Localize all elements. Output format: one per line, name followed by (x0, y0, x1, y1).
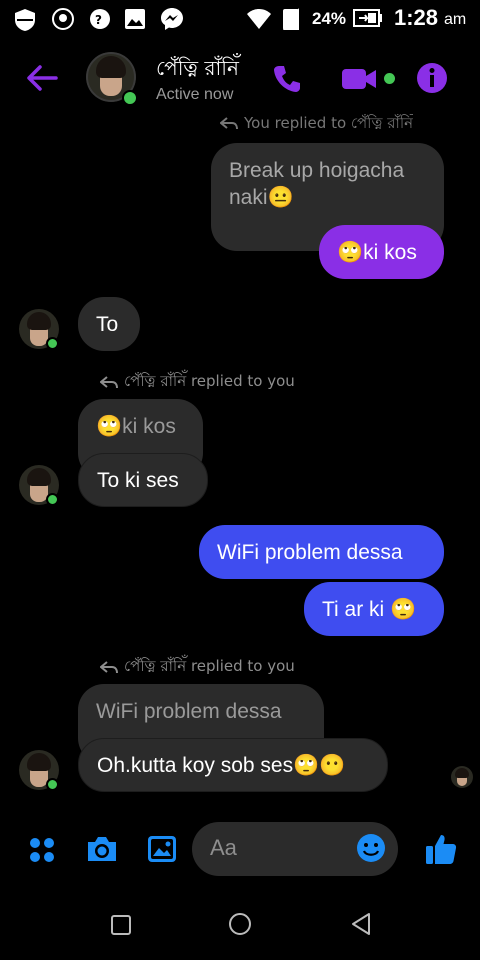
message-input-placeholder: Aa (210, 835, 237, 860)
message-text: To ki ses (97, 468, 179, 492)
gallery-icon[interactable] (146, 834, 178, 864)
recents-button[interactable] (111, 915, 131, 935)
clock-time: 1:28 (394, 5, 439, 30)
svg-text:?: ? (95, 13, 102, 27)
reply-note-top: You replied to পেঁত্নি রাঁনিঁ (220, 114, 413, 134)
online-indicator (46, 778, 59, 791)
online-indicator (46, 337, 59, 350)
quoted-text: Break up hoigacha naki😐 (229, 159, 405, 209)
quoted-text: WiFi problem dessa (96, 700, 282, 723)
online-indicator (122, 90, 138, 106)
online-indicator (46, 493, 59, 506)
seen-receipt-avatar (451, 766, 473, 788)
message-bubble-sent[interactable]: WiFi problem dessa (199, 525, 444, 579)
camera-icon[interactable] (85, 834, 119, 864)
video-active-dot (384, 73, 395, 84)
message-bubble-sent[interactable]: Ti ar ki 🙄 (304, 582, 444, 636)
thumbs-up-icon[interactable] (424, 832, 458, 866)
message-text: 🙄ki kos (337, 240, 417, 264)
message-text: WiFi problem dessa (217, 540, 403, 564)
reply-note-text: পেঁত্নি রাঁনিঁ replied to you (124, 657, 295, 675)
back-arrow-icon[interactable] (26, 64, 58, 92)
chat-header: পেঁত্নি রাঁনিঁ Active now (0, 40, 480, 120)
reply-note-2: পেঁত্নি রাঁনিঁ replied to you (100, 655, 295, 680)
reply-arrow-icon (100, 660, 118, 673)
clock-ampm: am (444, 11, 467, 28)
status-bar: ? 24% 1:28 am (0, 0, 480, 40)
apps-grid-icon[interactable] (28, 836, 56, 864)
contact-status: Active now (156, 86, 234, 103)
info-icon[interactable] (416, 62, 448, 94)
message-input[interactable]: Aa (192, 822, 398, 876)
shield-icon (15, 9, 35, 31)
image-notification-icon (125, 9, 145, 29)
video-call-icon[interactable] (340, 66, 380, 92)
reply-arrow-icon (220, 117, 238, 130)
system-nav-bar (0, 900, 480, 960)
reply-note-1: পেঁত্নি রাঁনিঁ replied to you (100, 370, 295, 395)
messenger-icon (161, 8, 183, 30)
data-saver-icon (52, 8, 74, 30)
quoted-text: 🙄ki kos (96, 415, 176, 438)
phone-call-icon[interactable] (272, 64, 302, 94)
message-bubble-received[interactable]: To (78, 297, 140, 351)
message-bubble-received[interactable]: To ki ses (78, 453, 208, 507)
reply-note-text: পেঁত্নি রাঁনিঁ replied to you (124, 372, 295, 390)
message-bubble-received[interactable]: Oh.kutta koy sob ses🙄😶 (78, 738, 388, 792)
signal-icon (283, 8, 299, 30)
message-bubble-sent[interactable]: 🙄ki kos (319, 225, 444, 279)
back-button[interactable] (350, 912, 372, 936)
emoji-icon[interactable] (356, 833, 386, 863)
home-button[interactable] (229, 913, 251, 935)
reply-arrow-icon (100, 375, 118, 388)
wifi-icon (247, 9, 271, 29)
contact-name[interactable]: পেঁত্নি রাঁনিঁ (156, 54, 239, 87)
messenger-notification-icon: ? (90, 9, 110, 29)
message-text: Ti ar ki 🙄 (322, 597, 417, 621)
message-text: To (96, 312, 119, 336)
message-text: Oh.kutta koy sob ses🙄😶 (97, 753, 346, 777)
battery-percent: 24% (312, 9, 347, 28)
battery-charging-icon (353, 9, 382, 27)
reply-note-text: You replied to পেঁত্নি রাঁনিঁ (244, 114, 414, 132)
